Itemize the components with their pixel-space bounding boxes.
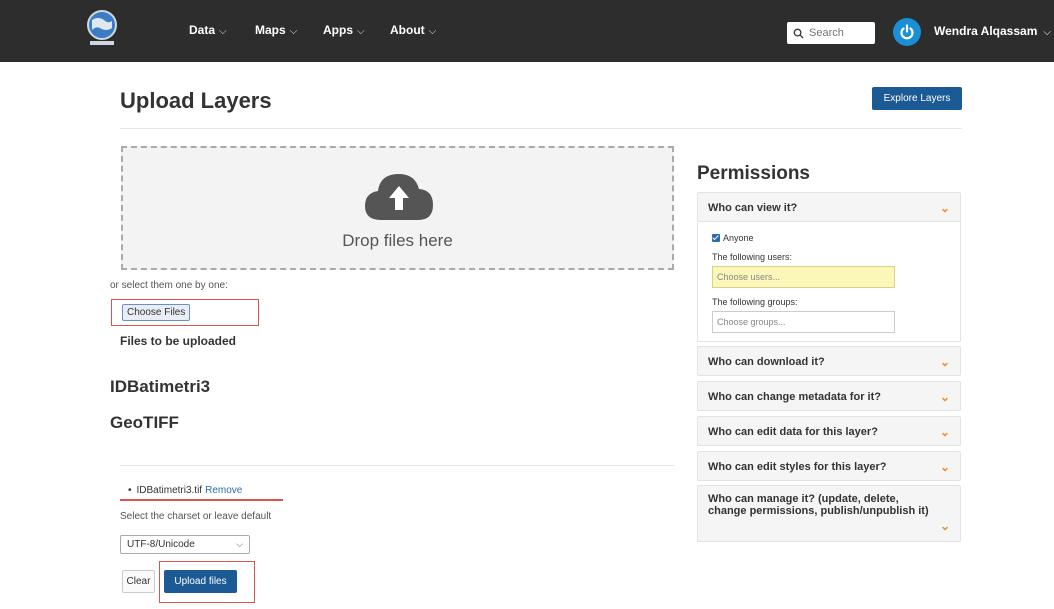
chevron-down-icon: ⌵ [236,539,243,549]
choose-files-button[interactable]: Choose Files [122,304,191,321]
divider [120,465,674,466]
file-drop-zone[interactable]: Drop files here [121,146,674,270]
user-menu[interactable]: Wendra Alqassam ⌵ [934,24,1051,38]
nav-label: Apps [323,23,353,37]
user-avatar[interactable] [893,18,921,46]
remove-file-link[interactable]: Remove [205,485,242,496]
panel-view[interactable]: Who can view it? ⌄ [697,192,961,222]
top-navbar: Data⌵ Maps⌵ Apps⌵ About⌵ Wendra Alqassam… [0,0,1054,62]
file-list-item: • IDBatimetri3.tif Remove [128,485,242,496]
cloud-upload-icon [365,174,433,220]
layer-type: GeoTIFF [110,413,179,432]
chevron-down-icon: ⌵ [219,26,227,37]
chevron-down-icon: ⌄ [939,390,950,404]
panel-header[interactable]: Who can download it? ⌄ [698,347,960,377]
panel-edit-styles[interactable]: Who can edit styles for this layer? ⌄ [697,451,961,481]
anyone-checkbox[interactable]: Anyone [712,233,754,243]
bullet: • [128,485,132,496]
users-input[interactable]: Choose users... [712,266,895,288]
layer-name: IDBatimetri3 [110,377,211,396]
panel-header[interactable]: Who can edit styles for this layer? ⌄ [698,452,960,482]
chevron-down-icon: ⌄ [939,460,950,474]
search-input[interactable] [809,27,869,39]
panel-title: Who can change metadata for it? [708,391,881,403]
nav-label: Data [189,23,216,37]
charset-value: UTF-8/Unicode [127,539,195,550]
file-name: IDBatimetri3.tif [136,485,203,496]
highlight-underline [120,499,283,501]
users-label: The following users: [712,252,793,262]
panel-header[interactable]: Who can change metadata for it? ⌄ [698,382,960,412]
panel-title: Who can manage it? (update, delete, chan… [708,493,929,517]
checkbox-checked-icon [712,234,720,242]
panel-title: Who can edit data for this layer? [708,426,878,438]
nav-label: About [390,23,425,37]
power-icon [900,24,914,40]
panel-metadata[interactable]: Who can change metadata for it? ⌄ [697,381,961,411]
nav-about-menu[interactable]: About ⌵ [390,23,436,37]
anyone-label: Anyone [723,233,754,243]
panel-header[interactable]: Who can edit data for this layer? ⌄ [698,417,960,447]
panel-title: Who can edit styles for this layer? [708,461,887,473]
chevron-down-icon: ⌄ [939,519,950,533]
charset-label: Select the charset or leave default [120,511,272,522]
chevron-down-icon: ⌵ [1043,27,1051,38]
nav-apps-menu[interactable]: Apps ⌵ [323,23,365,37]
drop-files-label: Drop files here [342,231,453,250]
chevron-down-icon: ⌵ [289,26,298,37]
chevron-down-icon: ⌄ [939,355,950,369]
page-title: Upload Layers [120,88,272,113]
panel-header[interactable]: Who can manage it? (update, delete, chan… [698,486,960,532]
panel-download[interactable]: Who can download it? ⌄ [697,346,961,376]
chevron-down-icon: ⌵ [357,26,365,37]
chevron-down-icon: ⌵ [428,26,437,37]
charset-select[interactable]: UTF-8/Unicode ⌵ [120,535,250,554]
upload-files-button[interactable]: Upload files [164,570,237,593]
groups-input[interactable]: Choose groups... [712,311,895,333]
panel-title: Who can download it? [708,356,825,368]
chevron-down-icon: ⌄ [939,425,950,439]
panel-manage[interactable]: Who can manage it? (update, delete, chan… [697,485,961,542]
divider [120,128,962,129]
nav-maps-menu[interactable]: Maps ⌵ [255,23,297,37]
search-box [787,22,875,44]
chevron-down-icon: ⌄ [939,201,950,215]
clear-button[interactable]: Clear [122,570,155,593]
site-logo-icon[interactable] [84,8,120,48]
explore-layers-button[interactable]: Explore Layers [872,87,962,110]
panel-title: Who can view it? [708,202,798,214]
files-to-upload-heading: Files to be uploaded [120,334,237,348]
select-files-label: or select them one by one: [110,280,228,291]
nav-label: Maps [255,23,286,37]
nav-data-menu[interactable]: Data ⌵ [189,23,227,37]
groups-label: The following groups: [712,297,798,307]
username-label: Wendra Alqassam [934,24,1038,38]
panel-header[interactable]: Who can view it? ⌄ [698,193,960,223]
search-icon [793,28,804,39]
permissions-title: Permissions [697,163,810,184]
panel-edit-data[interactable]: Who can edit data for this layer? ⌄ [697,416,961,446]
